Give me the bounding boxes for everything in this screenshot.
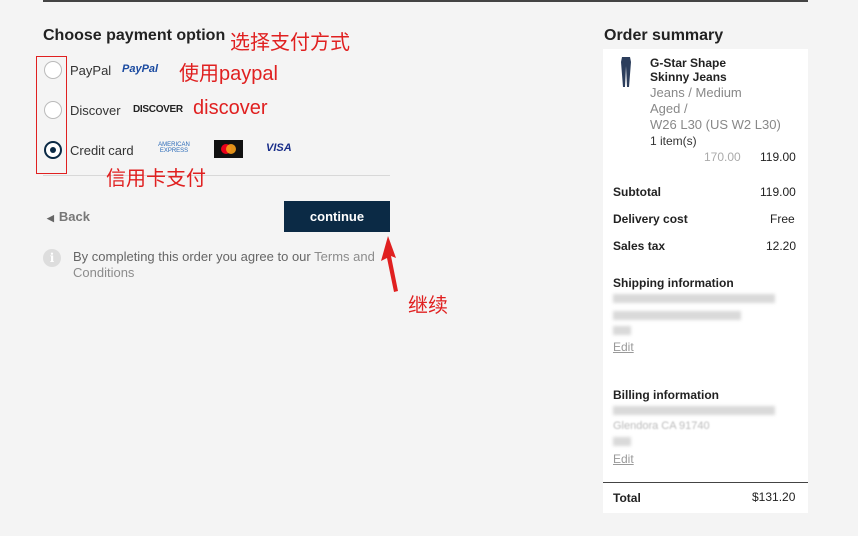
annotation-continue: 继续 (408, 295, 448, 317)
billing-address-blurred (613, 406, 775, 415)
shipping-edit-link[interactable]: Edit (613, 340, 634, 354)
top-divider (43, 0, 808, 2)
mastercard-logo (214, 140, 243, 158)
product-price: 119.00 (760, 150, 796, 164)
billing-edit-link[interactable]: Edit (613, 452, 634, 466)
billing-country-blurred (613, 437, 631, 446)
product-name: G-Star Shape Skinny Jeans (650, 56, 727, 84)
total-label: Total (613, 491, 641, 505)
product-category: Jeans / Medium Aged / (650, 85, 742, 117)
tax-label: Sales tax (613, 239, 666, 253)
chevron-left-icon: ◀ (47, 213, 54, 223)
arrow-up-icon (381, 236, 398, 292)
shipping-address-blurred (613, 294, 775, 303)
discover-logo: DISCOVER (133, 104, 183, 115)
summary-title: Order summary (604, 27, 724, 44)
product-thumbnail (612, 56, 640, 88)
payment-title: Choose payment option (43, 27, 226, 44)
shipping-city-blurred (613, 311, 741, 320)
back-button[interactable]: ◀ Back (47, 209, 90, 224)
info-icon: i (43, 249, 61, 267)
product-name-line2: Skinny Jeans (650, 70, 727, 84)
subtotal-value: 119.00 (760, 185, 796, 199)
amex-logo: AMERICAN EXPRESS (158, 142, 190, 154)
visa-logo: VISA (266, 142, 292, 154)
subtotal-label: Subtotal (613, 185, 661, 199)
annotation-paypal: 使用paypal (179, 63, 278, 85)
shipping-country-blurred (613, 326, 631, 335)
terms-note-text: By completing this order you agree to ou… (73, 249, 311, 264)
credit-card-label: Credit card (70, 143, 134, 158)
product-qty: 1 item(s) (650, 134, 697, 148)
annotation-choose: 选择支付方式 (230, 32, 350, 54)
product-category-line2: Aged / (650, 101, 688, 116)
discover-label: Discover (70, 103, 121, 118)
total-value: $131.20 (752, 490, 796, 504)
billing-city-partial: Glendora CA 91740 (613, 420, 710, 432)
radio-highlight-box (36, 56, 67, 174)
back-label: Back (58, 209, 90, 224)
options-divider (43, 175, 390, 176)
paypal-label: PayPal (70, 63, 112, 78)
annotation-discover: discover (193, 97, 268, 119)
product-size: W26 L30 (US W2 L30) (650, 117, 781, 132)
total-divider (603, 482, 808, 483)
billing-label: Billing information (613, 388, 719, 402)
terms-note: By completing this order you agree to ou… (73, 249, 393, 281)
tax-value: 12.20 (766, 239, 797, 253)
continue-button[interactable]: continue (284, 201, 390, 232)
product-name-line1: G-Star Shape (650, 56, 727, 70)
product-old-price: 170.00 (704, 150, 741, 164)
shipping-label: Shipping information (613, 276, 734, 290)
paypal-logo: PayPal (122, 63, 159, 75)
product-category-line1: Jeans / Medium (650, 85, 742, 100)
delivery-label: Delivery cost (613, 212, 688, 226)
annotation-credit: 信用卡支付 (106, 168, 206, 190)
delivery-value: Free (770, 212, 795, 226)
